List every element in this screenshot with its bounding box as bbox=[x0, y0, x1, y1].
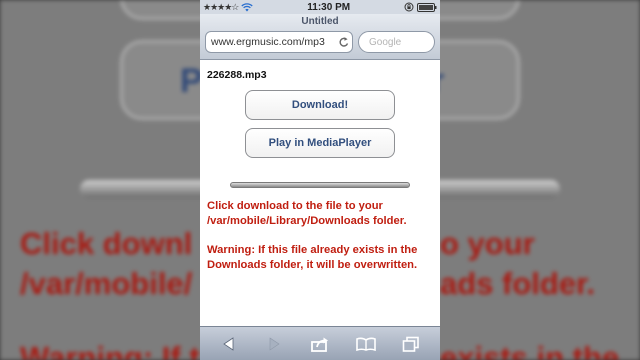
wifi-icon bbox=[241, 2, 254, 11]
reload-icon[interactable] bbox=[338, 35, 350, 49]
forward-icon[interactable] bbox=[264, 335, 284, 353]
bookmarks-icon[interactable] bbox=[355, 335, 376, 353]
battery-icon bbox=[417, 2, 437, 12]
share-icon[interactable] bbox=[310, 335, 330, 353]
backdrop-text-line: Warning: If t bbox=[20, 340, 200, 360]
backdrop-text-line: exists in the bbox=[440, 340, 620, 360]
back-icon[interactable] bbox=[219, 335, 239, 353]
tabs-icon[interactable] bbox=[401, 335, 421, 353]
download-button[interactable]: Download! bbox=[245, 90, 395, 120]
status-left: ★★★★☆ bbox=[203, 1, 254, 13]
page-title: Untitled bbox=[301, 16, 339, 27]
clock: 11:30 PM bbox=[307, 1, 351, 13]
backdrop-text-line: /var/mobile/ bbox=[20, 266, 193, 301]
overwrite-warning-text: Warning: If this file already exists in … bbox=[207, 244, 418, 271]
file-name: 226288.mp3 bbox=[207, 69, 267, 81]
page-content: 226288.mp3 Download! Play in MediaPlayer… bbox=[200, 61, 440, 326]
phone-screen: ★★★★☆ 11:30 PM Untitled www.ergmusic.com… bbox=[200, 0, 440, 360]
browser-toolbar bbox=[200, 326, 440, 360]
backdrop-text-line: o your bbox=[440, 226, 535, 261]
backdrop-text-line: Click downl bbox=[20, 226, 193, 261]
download-progress-bar bbox=[230, 182, 410, 188]
browser-navbar: Untitled www.ergmusic.com/mp3 Google bbox=[200, 14, 440, 60]
status-bar: ★★★★☆ 11:30 PM bbox=[200, 0, 440, 14]
download-instruction-text: Click download to the file to your /var/… bbox=[207, 200, 407, 227]
backdrop-text-line: ads folder. bbox=[440, 266, 596, 301]
signal-strength-icon: ★★★★☆ bbox=[203, 1, 239, 12]
play-in-mediaplayer-button[interactable]: Play in MediaPlayer bbox=[245, 128, 395, 158]
address-bar[interactable]: www.ergmusic.com/mp3 bbox=[205, 31, 353, 53]
search-input[interactable]: Google bbox=[358, 31, 435, 53]
rotation-lock-icon bbox=[404, 2, 414, 12]
status-right bbox=[404, 2, 437, 12]
